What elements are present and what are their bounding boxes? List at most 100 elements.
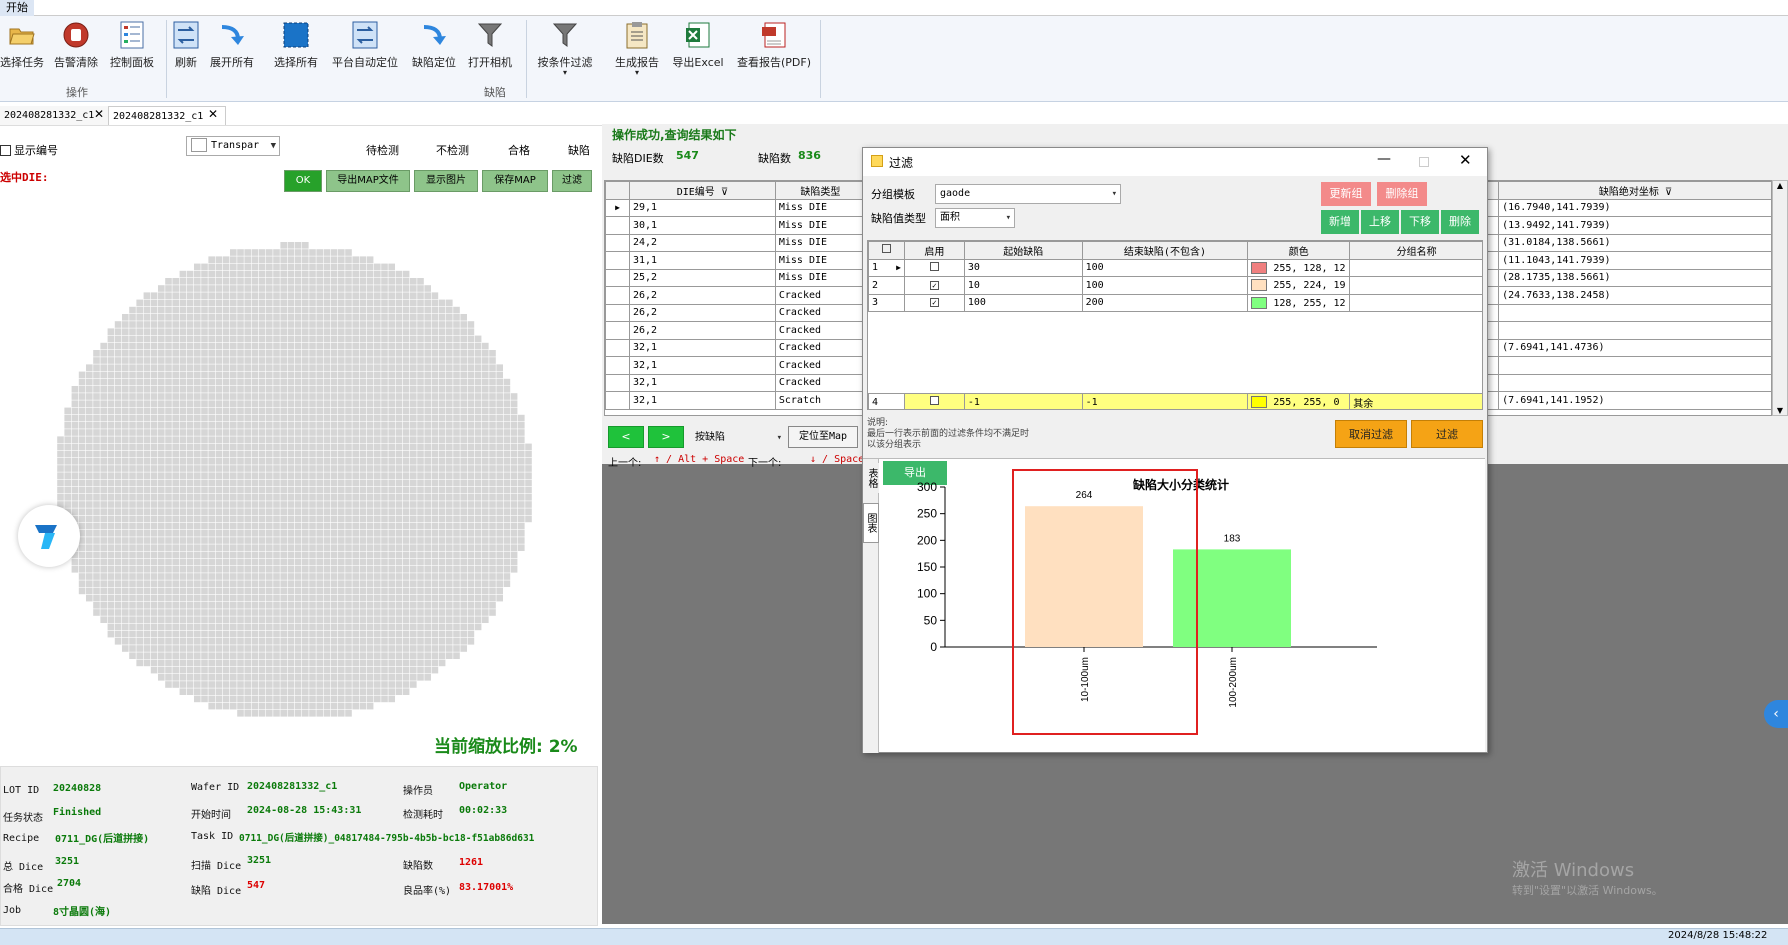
die-cell[interactable] — [402, 285, 410, 292]
die-cell[interactable] — [194, 530, 201, 537]
die-cell[interactable] — [129, 386, 136, 393]
die-cell[interactable] — [179, 537, 187, 544]
die-cell[interactable] — [71, 494, 79, 501]
die-cell[interactable] — [374, 292, 381, 299]
die-cell[interactable] — [273, 544, 280, 551]
die-cell[interactable] — [273, 436, 280, 443]
die-cell[interactable] — [503, 544, 511, 551]
die-cell[interactable] — [410, 551, 417, 559]
die-cell[interactable] — [366, 436, 374, 443]
die-cell[interactable] — [309, 299, 316, 307]
die-cell[interactable] — [424, 566, 431, 573]
die-cell[interactable] — [258, 645, 266, 652]
die-cell[interactable] — [78, 494, 86, 501]
die-cell[interactable] — [302, 357, 309, 364]
die-cell[interactable] — [129, 652, 136, 659]
die-cell[interactable] — [453, 609, 460, 616]
die-cell[interactable] — [280, 486, 287, 494]
die-cell[interactable] — [345, 508, 352, 515]
die-cell[interactable] — [186, 400, 194, 407]
die-cell[interactable] — [251, 702, 259, 710]
die-cell[interactable] — [352, 328, 359, 335]
die-cell[interactable] — [287, 263, 295, 271]
die-cell[interactable] — [294, 242, 302, 249]
die-cell[interactable] — [359, 580, 367, 587]
die-cell[interactable] — [230, 638, 237, 645]
die-cell[interactable] — [424, 580, 431, 587]
die-cell[interactable] — [417, 501, 424, 508]
die-cell[interactable] — [208, 587, 215, 595]
die-cell[interactable] — [107, 371, 115, 379]
die-cell[interactable] — [345, 616, 352, 623]
die-cell[interactable] — [381, 566, 388, 573]
die-cell[interactable] — [294, 479, 302, 487]
die-cell[interactable] — [287, 458, 295, 465]
die-cell[interactable] — [446, 479, 453, 487]
die-cell[interactable] — [186, 501, 194, 508]
die-cell[interactable] — [143, 544, 151, 551]
die-cell[interactable] — [388, 602, 395, 609]
die-cell[interactable] — [93, 371, 100, 379]
die-cell[interactable] — [237, 666, 244, 674]
die-cell[interactable] — [330, 314, 338, 321]
die-cell[interactable] — [222, 472, 230, 479]
die-cell[interactable] — [467, 558, 475, 566]
die-cell[interactable] — [323, 623, 331, 631]
die-cell[interactable] — [388, 314, 395, 321]
die-cell[interactable] — [294, 450, 302, 458]
die-cell[interactable] — [323, 400, 331, 407]
die-cell[interactable] — [453, 573, 460, 580]
die-cell[interactable] — [316, 522, 323, 530]
die-cell[interactable] — [273, 616, 280, 623]
die-cell[interactable] — [431, 551, 439, 559]
die-cell[interactable] — [402, 400, 410, 407]
die-cell[interactable] — [186, 458, 194, 465]
die-cell[interactable] — [158, 285, 165, 292]
die-cell[interactable] — [136, 522, 143, 530]
die-cell[interactable] — [179, 292, 187, 299]
die-cell[interactable] — [179, 566, 187, 573]
die-cell[interactable] — [201, 580, 208, 587]
die-cell[interactable] — [359, 321, 367, 328]
die-cell[interactable] — [107, 630, 115, 638]
die-cell[interactable] — [258, 443, 266, 451]
die-cell[interactable] — [129, 558, 136, 566]
die-cell[interactable] — [114, 530, 122, 537]
group-row[interactable]: 1 ▶ 30 100 255, 128, 12 — [868, 258, 1482, 277]
die-cell[interactable] — [143, 616, 151, 623]
die-cell[interactable] — [309, 616, 316, 623]
die-cell[interactable] — [222, 321, 230, 328]
die-cell[interactable] — [316, 299, 323, 307]
die-cell[interactable] — [453, 486, 460, 494]
die-cell[interactable] — [273, 342, 280, 350]
die-cell[interactable] — [417, 630, 424, 638]
die-cell[interactable] — [93, 501, 100, 508]
die-cell[interactable] — [302, 674, 309, 681]
die-cell[interactable] — [323, 501, 331, 508]
die-cell[interactable] — [352, 285, 359, 292]
die-cell[interactable] — [208, 400, 215, 407]
die-cell[interactable] — [294, 674, 302, 681]
die-cell[interactable] — [438, 587, 446, 595]
die-cell[interactable] — [359, 393, 367, 400]
die-cell[interactable] — [316, 602, 323, 609]
die-cell[interactable] — [165, 566, 172, 573]
die-cell[interactable] — [201, 602, 208, 609]
die-cell[interactable] — [381, 292, 388, 299]
die-cell[interactable] — [294, 537, 302, 544]
die-cell[interactable] — [251, 508, 259, 515]
die-cell[interactable] — [158, 508, 165, 515]
die-cell[interactable] — [366, 429, 374, 436]
die-cell[interactable] — [374, 465, 381, 472]
die-cell[interactable] — [417, 486, 424, 494]
die-cell[interactable] — [496, 443, 503, 451]
die-cell[interactable] — [150, 587, 158, 595]
die-cell[interactable] — [165, 544, 172, 551]
die-cell[interactable] — [302, 443, 309, 451]
die-cell[interactable] — [431, 638, 439, 645]
die-cell[interactable] — [194, 407, 201, 415]
die-cell[interactable] — [251, 364, 259, 371]
checkbox-box[interactable] — [0, 144, 11, 156]
die-cell[interactable] — [294, 544, 302, 551]
die-cell[interactable] — [352, 652, 359, 659]
